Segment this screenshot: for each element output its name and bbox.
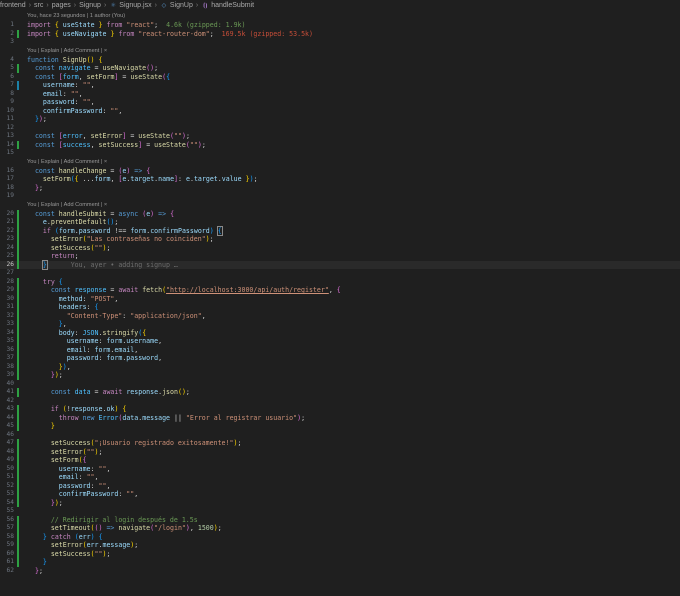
code-line: 45 }: [6, 422, 55, 431]
breadcrumb-symbol-handlesubmit[interactable]: handleSubmit: [211, 0, 254, 12]
code-line: 24 setSuccess("");: [6, 243, 111, 252]
code-line: 55: [6, 507, 14, 514]
code-line: 9 password: "",: [10, 98, 95, 106]
code-line: 57 setTimeout(() => navigate("/login"), …: [6, 524, 222, 533]
code-text: import { useNavigate } from "react-route…: [27, 29, 313, 38]
blame-header[interactable]: You, hace 23 segundos | 1 author (You): [0, 12, 680, 21]
code-line: 38 }),: [6, 362, 71, 371]
breadcrumb-separator: ›: [154, 2, 157, 9]
code-line: 12: [6, 123, 14, 131]
code-line: 3: [10, 38, 14, 45]
breadcrumb-folder-signup[interactable]: Signup: [79, 0, 101, 12]
code-line: 43 if (!response.ok) {: [6, 405, 127, 414]
breadcrumb-separator: ›: [28, 2, 32, 9]
code-line: 49 setForm({: [6, 456, 87, 465]
code-line: 44 throw new Error(data.message || "Erro…: [6, 413, 306, 422]
code-line: 40: [6, 379, 14, 387]
code-line: 17 setForm({ ...form, [e.target.name]: e…: [6, 175, 258, 183]
code-line: 59 setError(err.message);: [6, 541, 139, 550]
code-line: 4 function SignUp() {: [10, 55, 103, 64]
code-line: 25 return;: [6, 252, 79, 261]
code-line: 41 const data = await response.json();: [6, 388, 190, 397]
code-line: 28 try {: [6, 277, 63, 286]
code-line: 35 username: form.username,: [6, 337, 163, 346]
codelens[interactable]: You | Explain | Add Comment | ×: [0, 158, 680, 167]
code-line: 46: [6, 430, 14, 438]
code-line: 42: [6, 396, 14, 404]
code-line: 54 });: [6, 498, 63, 507]
code-line: 6 const [form, setForm] = useState({: [10, 72, 171, 81]
code-line: 34 body: JSON.stringify({: [6, 328, 147, 337]
code-text: import { useState } from "react"; 4.6k (…: [27, 21, 246, 29]
code-line: 56 // Redirigir al login después de 1.5s: [6, 515, 198, 524]
code-line: 61 }: [6, 558, 47, 567]
inline-blame: You, ayer • adding signup …: [70, 260, 178, 269]
code-line: 2 import { useNavigate } from "react-rout…: [10, 29, 313, 38]
code-line: 1 import { useState } from "react"; 4.6k …: [10, 21, 246, 29]
code-line: 22 if (form.password !== form.confirmPas…: [6, 225, 223, 236]
code-line: 51 email: "",: [6, 473, 99, 482]
code-line: 29 const response = await fetch("http://…: [6, 286, 341, 295]
code-line: 14 const [success, setSuccess] = useStat…: [6, 140, 206, 149]
code-line: 32 "Content-Type": "application/json",: [6, 311, 206, 320]
codelens[interactable]: You | Explain | Add Comment | ×: [0, 47, 680, 56]
breadcrumb-folder-frontend[interactable]: frontend: [0, 0, 26, 12]
breadcrumb-folder-src[interactable]: src: [34, 0, 43, 12]
code-line: 7 username: "",: [10, 81, 95, 90]
code-line: 31 headers: {: [6, 303, 99, 312]
code-line: 27: [6, 269, 14, 276]
code-line: 60 setSuccess("");: [6, 549, 111, 558]
breadcrumb-separator: ›: [103, 2, 107, 9]
codelens[interactable]: You | Explain | Add Comment | ×: [0, 201, 680, 210]
code-line: 19: [6, 192, 14, 199]
import-size-hint: 4.6k (gzipped: 1.9k): [166, 21, 246, 29]
breadcrumb-separator: ›: [73, 2, 77, 9]
code-line: 52 password: "",: [6, 481, 111, 490]
breadcrumb-file[interactable]: Signup.jsx: [119, 0, 151, 12]
breadcrumb-folder-pages[interactable]: pages: [52, 0, 71, 12]
code-editor[interactable]: You, hace 23 segundos | 1 author (You) 1…: [0, 12, 680, 596]
react-file-icon: ⚛: [110, 3, 116, 9]
breadcrumb-separator: ›: [46, 2, 49, 9]
breadcrumb: frontend › src › pages › Signup › ⚛ Signup.jsx › ◇ S…: [0, 0, 680, 12]
component-icon: ◇: [161, 3, 167, 9]
code-line: 8 email: "",: [10, 89, 83, 98]
code-line: 53 confirmPassword: "",: [6, 490, 139, 499]
code-line: 62 };: [6, 566, 43, 575]
code-line: 10 confirmPassword: "",: [6, 106, 123, 115]
code-line: 20 const handleSubmit = async (e) => {: [6, 209, 175, 218]
code-line: 13 const [error, setError] = useState(""…: [6, 132, 190, 140]
function-icon: ⦗⦘: [203, 3, 208, 9]
code-line: 36 email: form.email,: [6, 345, 139, 354]
code-line: 21 e.preventDefault();: [6, 218, 119, 227]
code-line: 23 setError("Las contraseñas no coincide…: [6, 235, 214, 244]
code-line: 58 } catch (err) {: [6, 532, 103, 541]
code-line: 37 password: form.password,: [6, 354, 163, 363]
breadcrumb-separator: ›: [195, 2, 199, 9]
breadcrumb-symbol-signup[interactable]: SignUp: [170, 0, 193, 12]
code-line: 33 },: [6, 320, 67, 329]
code-line: 47 setSuccess("¡Usuario registrado exito…: [6, 439, 242, 448]
code-line: 5 const navigate = useNavigate();: [10, 64, 159, 73]
code-line: 50 username: "",: [6, 464, 111, 473]
import-size-hint: 169.5k (gzipped: 53.5k): [221, 29, 313, 38]
code-line-current: 26 } You, ayer • adding signup …: [0, 259, 680, 270]
code-line: 48 setError("");: [6, 447, 103, 456]
code-line: 39 });: [6, 371, 63, 380]
code-line: 30 method: "POST",: [6, 294, 119, 303]
code-line: 18 };: [6, 183, 43, 192]
code-line: 16 const handleChange = (e) => {: [6, 166, 151, 175]
code-line: 11 });: [6, 115, 47, 123]
code-line: 15: [6, 149, 14, 156]
